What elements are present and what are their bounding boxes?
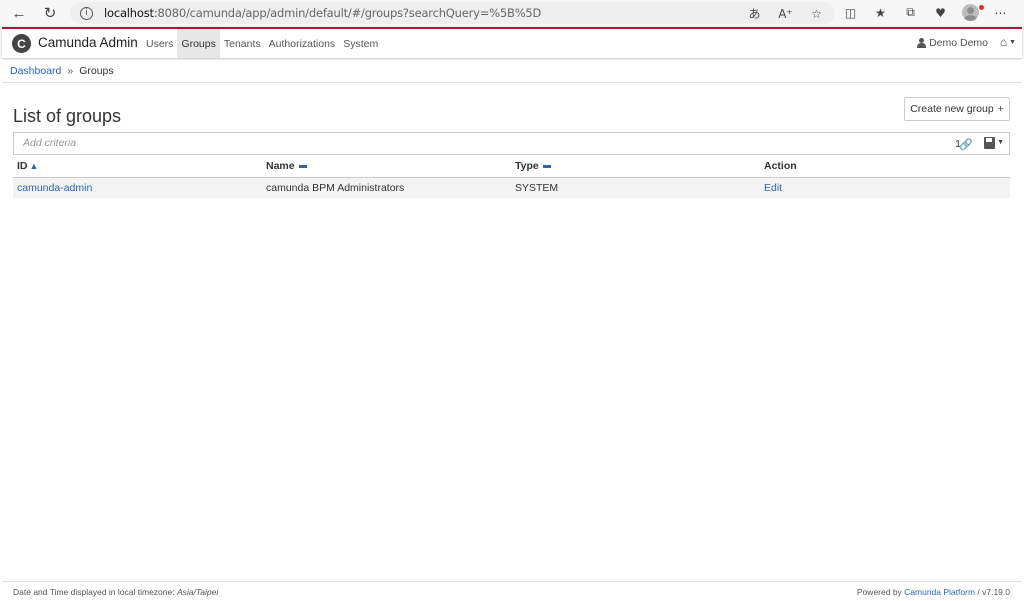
create-new-group-button[interactable]: Create new group + <box>904 97 1010 121</box>
sort-none-icon[interactable] <box>542 164 551 168</box>
reload-icon[interactable]: ↻ <box>39 2 61 24</box>
link-icon[interactable]: 🔗 <box>959 138 973 151</box>
edit-link[interactable]: Edit <box>764 182 782 194</box>
user-icon <box>917 38 927 48</box>
nav-system[interactable]: System <box>339 29 382 58</box>
breadcrumb-dashboard-link[interactable]: Dashboard <box>10 65 61 77</box>
column-header-action: Action <box>760 156 1010 178</box>
page-title: List of groups <box>13 106 122 126</box>
read-aloud-icon[interactable]: A⁺ <box>777 5 794 22</box>
sort-none-icon[interactable] <box>298 164 307 168</box>
user-name: Demo Demo <box>929 37 988 49</box>
timezone-note: Date and Time displayed in local timezon… <box>13 587 219 597</box>
notification-dot <box>979 5 984 10</box>
column-header-name[interactable]: Name <box>262 156 511 178</box>
table-row: camunda-admin camunda BPM Administrators… <box>13 177 1010 198</box>
groups-table: ID ▲ Name Type Action camunda-admin camun… <box>13 156 1010 198</box>
more-menu-icon[interactable]: ⋯ <box>992 4 1009 21</box>
group-id-link[interactable]: camunda-admin <box>17 182 92 194</box>
back-arrow-icon[interactable]: ← <box>8 2 30 24</box>
powered-by: Powered by Camunda Platform / v7.19.0 <box>856 587 1010 597</box>
browser-toolbar: ← ↻ i localhost:8080/camunda/app/admin/d… <box>0 0 1024 27</box>
main-content: List of groups Create new group + Add cr… <box>2 84 1022 581</box>
home-menu[interactable]: ⌂ ▼ <box>1000 35 1016 49</box>
nav-authorizations[interactable]: Authorizations <box>265 29 340 58</box>
chevron-down-icon: ▼ <box>1009 38 1016 46</box>
breadcrumb-separator: » <box>67 65 74 77</box>
version-text: / v7.19.0 <box>975 587 1010 597</box>
address-bar[interactable]: i localhost:8080/camunda/app/admin/defau… <box>70 2 835 24</box>
nav-groups[interactable]: Groups <box>177 29 220 58</box>
table-header-row: ID ▲ Name Type Action <box>13 156 1010 178</box>
camunda-logo-icon[interactable]: C <box>12 34 31 53</box>
breadcrumb: Dashboard » Groups <box>2 60 1022 83</box>
nav-users[interactable]: Users <box>142 29 177 58</box>
timezone-value: Asia/Taipei <box>176 587 219 597</box>
browser-essentials-icon[interactable]: ♥ <box>932 4 949 21</box>
column-header-type[interactable]: Type <box>511 156 760 178</box>
main-nav: Users Groups Tenants Authorizations Syst… <box>142 29 382 58</box>
footer: Date and Time displayed in local timezon… <box>2 581 1022 601</box>
search-input[interactable]: Add criteria <box>23 137 76 149</box>
app-header: C Camunda Admin Users Groups Tenants Aut… <box>2 27 1022 58</box>
breadcrumb-current: Groups <box>79 65 114 77</box>
translate-icon[interactable]: あ <box>746 5 763 22</box>
camunda-platform-link[interactable]: Camunda Platform <box>904 587 975 597</box>
chevron-down-icon[interactable]: ▼ <box>997 139 1004 146</box>
collections-icon[interactable]: ⧉ <box>902 4 919 21</box>
home-icon: ⌂ <box>999 35 1008 49</box>
column-header-id[interactable]: ID ▲ <box>13 156 262 178</box>
create-new-group-label: Create new group <box>910 103 994 115</box>
favorites-icon[interactable]: ★ <box>872 4 889 21</box>
profile-avatar[interactable] <box>962 4 979 21</box>
nav-tenants[interactable]: Tenants <box>220 29 265 58</box>
site-info-icon[interactable]: i <box>80 6 93 20</box>
search-criteria-box[interactable]: Add criteria 1 🔗 ▼ <box>13 132 1010 155</box>
sort-ascending-icon[interactable]: ▲ <box>30 161 39 171</box>
plus-icon: + <box>997 103 1004 115</box>
save-icon[interactable] <box>984 137 995 149</box>
group-name: camunda BPM Administrators <box>262 177 511 198</box>
favorite-star-icon[interactable]: ☆ <box>808 5 825 22</box>
split-screen-icon[interactable]: ◫ <box>842 4 859 21</box>
url-text[interactable]: localhost:8080/camunda/app/admin/default… <box>104 6 541 20</box>
brand-title[interactable]: Camunda Admin <box>38 35 138 50</box>
user-menu[interactable]: Demo Demo <box>917 37 988 49</box>
group-type: SYSTEM <box>511 177 760 198</box>
